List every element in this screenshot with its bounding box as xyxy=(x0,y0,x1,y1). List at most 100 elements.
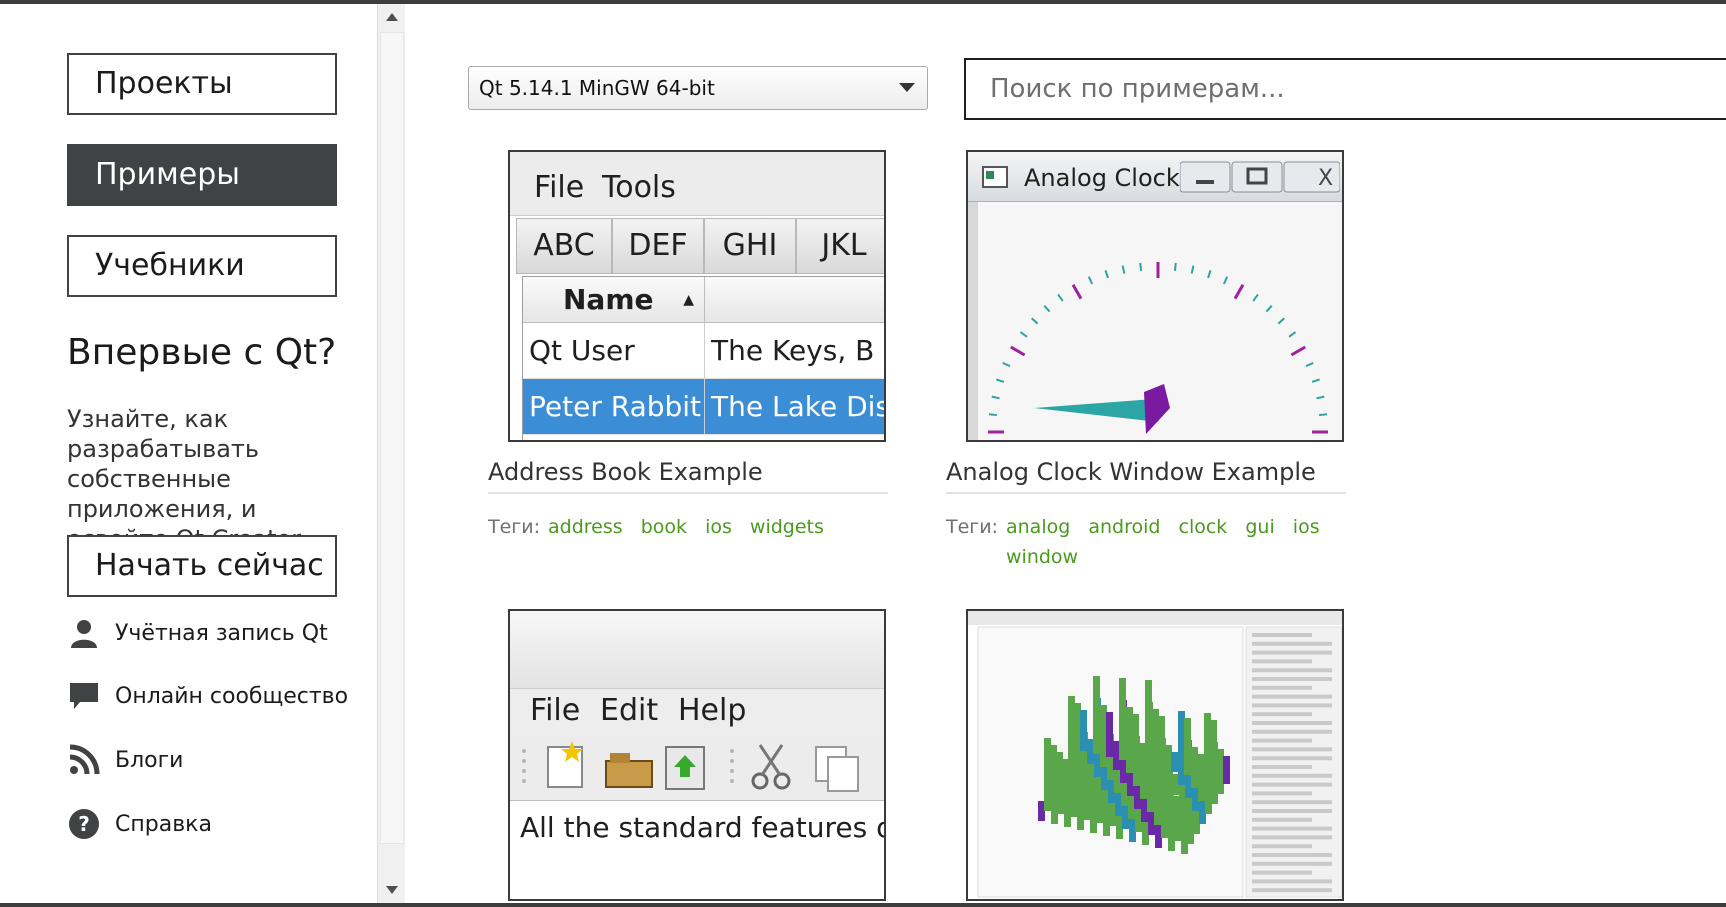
scroll-down-button[interactable] xyxy=(378,877,406,903)
example-thumbnail[interactable] xyxy=(966,609,1344,901)
bar-mark xyxy=(1217,749,1224,794)
thumb-table: Name ▲ Qt User The Keys, B Peter Rabbit … xyxy=(522,276,884,440)
online-community-link[interactable]: Онлайн сообщество xyxy=(67,676,348,716)
bar-mark xyxy=(1199,798,1206,824)
bar-mark xyxy=(1063,781,1070,804)
qt-version-select[interactable]: Qt 5.14.1 MinGW 64-bit xyxy=(468,66,928,110)
thumb-menubar: File Edit Help xyxy=(510,689,884,735)
control-row xyxy=(1252,888,1332,893)
clock-tick xyxy=(988,413,997,417)
user-icon xyxy=(67,616,101,650)
bar-mark xyxy=(1088,761,1095,787)
bar-mark xyxy=(1158,716,1165,769)
toolbar-icons xyxy=(522,741,859,792)
blogs-link[interactable]: Блоги xyxy=(67,740,183,780)
scrollbar-thumb[interactable] xyxy=(380,32,404,844)
control-row xyxy=(1252,641,1332,646)
thumb-header-label: Name xyxy=(563,283,654,316)
bar-mark xyxy=(1100,705,1107,767)
bar-mark xyxy=(1152,709,1159,779)
example-thumbnail[interactable]: File Edit Help All the standard features… xyxy=(508,609,886,901)
control-row xyxy=(1252,870,1312,875)
thumb-table-header: Name ▲ xyxy=(523,277,705,323)
new-to-qt-description: Узнайте, как разрабатывать собственные п… xyxy=(67,405,307,553)
tag-link[interactable]: ios xyxy=(705,516,732,538)
window-app-icon xyxy=(982,166,1008,188)
tag-link[interactable]: analog xyxy=(1006,516,1070,538)
examples-search-input[interactable] xyxy=(964,58,1726,120)
control-row xyxy=(1252,659,1312,664)
thumb-editor-text: All the standard features of xyxy=(510,801,884,899)
qt-account-link[interactable]: Учётная запись Qt xyxy=(67,613,328,653)
help-icon: ? xyxy=(67,807,101,841)
example-title[interactable]: Address Book Example xyxy=(488,458,888,494)
control-row xyxy=(1252,817,1312,822)
thumb-toolbar xyxy=(510,735,884,801)
tag-link[interactable]: book xyxy=(641,516,687,538)
qt-account-label: Учётная запись Qt xyxy=(115,620,328,646)
control-row xyxy=(1252,729,1332,734)
thumb-table-cell: Qt User xyxy=(523,323,705,379)
thumb-table-cell: Peter Rabbit xyxy=(523,379,705,435)
control-row xyxy=(1252,650,1332,655)
example-thumbnail[interactable]: Analog Clock X xyxy=(966,150,1344,442)
nav-projects-button[interactable]: Проекты xyxy=(67,53,337,115)
control-row xyxy=(1252,747,1332,752)
tag-link[interactable]: gui xyxy=(1245,516,1274,538)
clock-tick xyxy=(1173,262,1177,271)
control-row xyxy=(1252,782,1332,787)
bar-mark xyxy=(1165,745,1172,782)
thumb-table-header xyxy=(705,277,884,323)
nav-examples-button[interactable]: Примеры xyxy=(67,144,337,206)
online-community-label: Онлайн сообщество xyxy=(115,683,349,709)
thumb-table-cell: The Lake Dis xyxy=(705,379,884,435)
tags-label: Теги: xyxy=(488,516,541,538)
tag-link[interactable]: address xyxy=(548,516,623,538)
sidebar-scrollbar[interactable] xyxy=(377,4,405,903)
nav-tutorials-button[interactable]: Учебники xyxy=(67,235,337,297)
help-link[interactable]: ? Справка xyxy=(67,804,212,844)
bar-mark xyxy=(1056,752,1063,791)
bar-mark xyxy=(1093,676,1100,754)
control-row xyxy=(1252,685,1312,690)
thumb-window-titlebar: Analog Clock X xyxy=(968,152,1342,202)
thumb-tab: DEF xyxy=(612,218,704,274)
bar-mark xyxy=(1184,718,1191,775)
control-row xyxy=(1252,800,1332,805)
thumb-menu-item: Help xyxy=(678,693,747,728)
tag-link[interactable]: android xyxy=(1088,516,1160,538)
bar-mark xyxy=(1113,741,1120,770)
bar-mark xyxy=(1172,774,1179,795)
arrow-up-icon xyxy=(386,13,398,21)
thumb-menu-item: Tools xyxy=(602,170,676,205)
bar-mark xyxy=(1044,738,1051,811)
bar-mark xyxy=(1080,710,1087,751)
blogs-label: Блоги xyxy=(115,747,184,773)
example-title[interactable]: Analog Clock Window Example xyxy=(946,458,1346,494)
tag-link[interactable]: window xyxy=(1006,546,1078,568)
example-thumbnail[interactable]: File Tools ABC DEF GHI JKL Name ▲ Qt Use… xyxy=(508,150,886,442)
bar-mark xyxy=(1132,714,1139,763)
bar-mark xyxy=(1038,801,1045,821)
bar-mark xyxy=(1210,720,1217,781)
control-row xyxy=(1252,721,1332,725)
thumb-tab: ABC xyxy=(516,218,612,274)
control-row xyxy=(1252,835,1332,840)
tag-link[interactable]: widgets xyxy=(750,516,824,538)
bar-mark xyxy=(1171,752,1178,772)
thumb-table-cell: The Keys, B xyxy=(705,323,884,379)
bar-mark xyxy=(1197,754,1204,778)
thumb-menu-item: File xyxy=(530,693,581,728)
get-started-button[interactable]: Начать сейчас xyxy=(67,535,337,597)
bar-mark xyxy=(1068,696,1075,771)
control-row xyxy=(1252,677,1332,681)
control-row xyxy=(1252,809,1332,813)
tag-link[interactable]: clock xyxy=(1179,516,1228,538)
scroll-up-button[interactable] xyxy=(378,4,406,30)
new-to-qt-heading: Впервые с Qt? xyxy=(67,332,337,373)
clock-tick xyxy=(1139,262,1143,271)
tag-link[interactable]: ios xyxy=(1293,516,1320,538)
thumb-menu-item: Edit xyxy=(600,693,659,728)
bar-mark xyxy=(1139,743,1146,776)
examples-panel: Qt 5.14.1 MinGW 64-bit File Tools ABC DE… xyxy=(405,4,1726,903)
